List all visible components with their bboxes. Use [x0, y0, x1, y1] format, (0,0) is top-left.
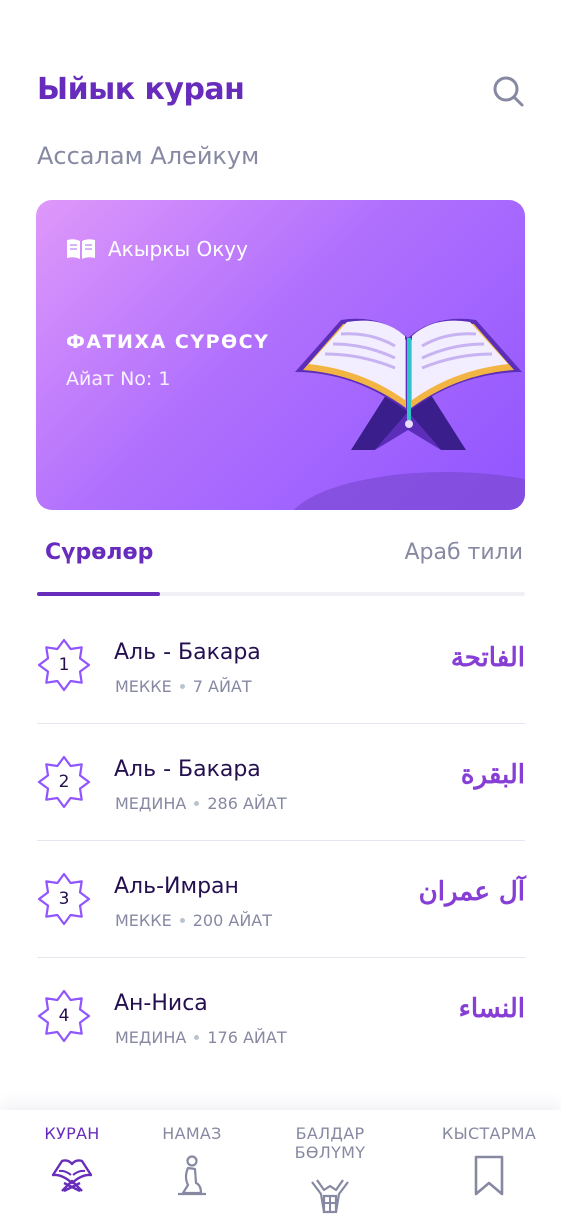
surah-place: МЕДИНА	[115, 794, 187, 813]
tab-active-indicator	[37, 592, 160, 596]
surah-row[interactable]: 4 Ан-Ниса МЕДИНА 176 АЙАТ النساء	[37, 958, 525, 1075]
surah-place: МЕККЕ	[115, 911, 172, 930]
surah-meta: МЕДИНА 286 АЙАТ	[115, 794, 287, 813]
nav-label: КЫСТАРМА	[441, 1124, 537, 1143]
tab-surahs[interactable]: Сүрөлөр	[45, 540, 153, 565]
surah-meta: МЕДИНА 176 АЙАТ	[115, 1028, 287, 1047]
separator-dot	[194, 1035, 200, 1040]
surah-name: Аль - Бакара	[114, 640, 261, 665]
surah-number: 1	[58, 655, 70, 675]
bookmark-icon	[474, 1155, 504, 1196]
nav-item-quran[interactable]: КУРАН	[2, 1124, 142, 1197]
nav-label: БАЛДАР БӨЛҮМҮ	[294, 1124, 366, 1162]
last-read-label: Акыркы Окуу	[108, 237, 248, 261]
nav-item-bookmark[interactable]: КЫСТАРМА	[419, 1124, 559, 1197]
search-icon	[493, 76, 524, 107]
surah-meta: МЕККЕ 200 АЙАТ	[115, 911, 272, 930]
app-header: Ыйык куран	[37, 68, 525, 114]
surah-number-badge: 2	[37, 755, 91, 809]
last-read-card[interactable]: Акыркы Окуу ФАТИХА СҮРӨСҮ Айат No: 1	[36, 200, 525, 510]
surah-ayah-count: 200 АЙАТ	[192, 911, 273, 930]
surah-place: МЕККЕ	[115, 677, 172, 696]
surah-number: 3	[58, 889, 70, 909]
quran-icon	[51, 1159, 93, 1193]
surah-ayah-count: 286 АЙАТ	[207, 794, 287, 813]
surah-ayah-count: 7 АЙАТ	[192, 677, 252, 696]
nav-item-kids[interactable]: БАЛДАР БӨЛҮМҮ	[260, 1124, 400, 1216]
quran-book-illustration	[295, 318, 522, 450]
surah-number: 4	[58, 1006, 70, 1026]
surah-place: МЕДИНА	[115, 1028, 187, 1047]
kids-icon	[311, 1179, 349, 1214]
surah-number-badge: 1	[37, 638, 91, 692]
card-decoration	[286, 472, 525, 510]
surah-ayah-count: 176 АЙАТ	[207, 1028, 287, 1047]
surah-list: 1 Аль - Бакара МЕККЕ 7 АЙАТ الفاتحة 2 Ал…	[37, 607, 525, 1075]
last-read-surah: ФАТИХА СҮРӨСҮ	[66, 331, 270, 353]
surah-row[interactable]: 1 Аль - Бакара МЕККЕ 7 АЙАТ الفاتحة	[37, 607, 525, 724]
surah-arabic-name: آل عمران	[418, 877, 525, 907]
nav-label: НАМАЗ	[162, 1124, 222, 1143]
surah-row[interactable]: 3 Аль-Имран МЕККЕ 200 АЙАТ آل عمران	[37, 841, 525, 958]
bottom-navigation: КУРАН НАМАЗ БАЛДАР БӨЛҮМҮ КЫСТАРМА	[0, 1110, 561, 1218]
separator-dot	[194, 801, 200, 806]
surah-name: Ан-Ниса	[114, 991, 208, 1016]
surah-number-badge: 4	[37, 989, 91, 1043]
app-title: Ыйык куран	[37, 72, 245, 107]
surah-arabic-name: النساء	[458, 994, 525, 1024]
prayer-icon	[178, 1155, 206, 1196]
greeting-text: Ассалам Алейкум	[37, 142, 260, 170]
search-button[interactable]	[491, 74, 525, 108]
surah-meta: МЕККЕ 7 АЙАТ	[115, 677, 252, 696]
last-read-header: Акыркы Окуу	[66, 237, 248, 261]
surah-number: 2	[58, 772, 70, 792]
nav-label: КУРАН	[44, 1124, 100, 1143]
open-book-icon	[67, 239, 95, 259]
surah-arabic-name: الفاتحة	[450, 643, 525, 673]
separator-dot	[179, 684, 185, 689]
separator-dot	[179, 918, 185, 923]
surah-row[interactable]: 2 Аль - Бакара МЕДИНА 286 АЙАТ البقرة	[37, 724, 525, 841]
surah-name: Аль-Имран	[114, 874, 239, 899]
surah-arabic-name: البقرة	[460, 760, 525, 790]
surah-name: Аль - Бакара	[114, 757, 261, 782]
tab-arabic[interactable]: Араб тили	[404, 540, 523, 565]
surah-number-badge: 3	[37, 872, 91, 926]
nav-item-prayer[interactable]: НАМАЗ	[122, 1124, 262, 1197]
last-read-ayah: Айат No: 1	[66, 368, 171, 390]
surah-tabs: Сүрөлөр Араб тили	[37, 530, 525, 596]
